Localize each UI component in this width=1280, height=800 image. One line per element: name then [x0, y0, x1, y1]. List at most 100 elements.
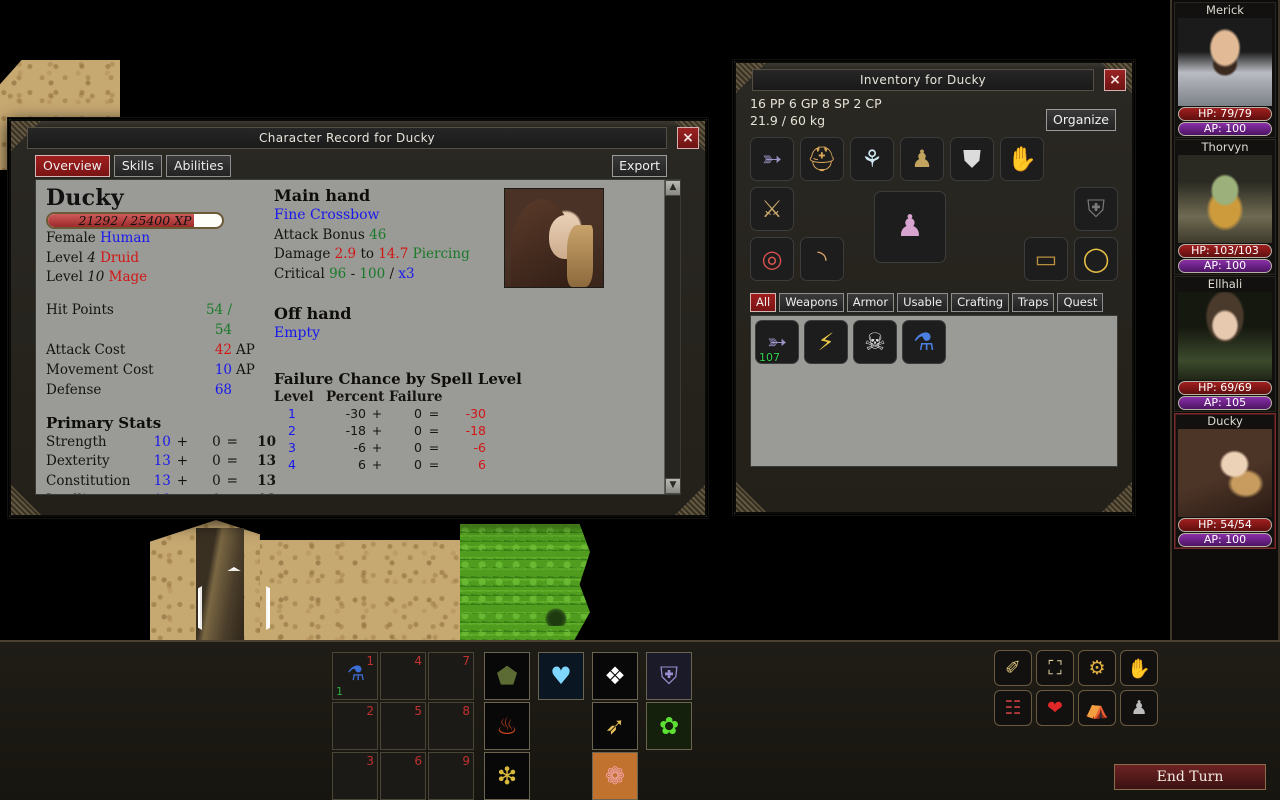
equip-slot-belt[interactable]: ▭ [1024, 237, 1068, 281]
equip-slot-shield[interactable]: ⛨ [1074, 187, 1118, 231]
failure-eq: = [428, 456, 440, 472]
character-record-window[interactable]: Character Record for Ducky × Overview Sk… [8, 118, 708, 518]
failure-col-percent: Percent Failure [326, 388, 443, 405]
scroll-up-icon[interactable]: ▲ [665, 180, 680, 196]
stat-label: Intelligence [46, 491, 144, 494]
character-paperdoll[interactable]: ♟ [874, 191, 946, 263]
paperdoll-sprite-icon: ♟ [896, 209, 924, 244]
system-icon-row: ☷ ❤ ⛺ ♟ [994, 690, 1158, 726]
quickslot-3[interactable]: 3 [332, 752, 378, 800]
class-name-1: Druid [100, 249, 140, 266]
bush-decoration [545, 608, 567, 626]
tab-abilities[interactable]: Abilities [165, 155, 232, 177]
spell-nature[interactable]: ✿ [646, 702, 692, 750]
equip-slot-armor[interactable]: ⛊ [950, 137, 994, 181]
equip-slot-helmet[interactable]: ⛑ [800, 137, 844, 181]
quickslot-6[interactable]: 6 [380, 752, 426, 800]
quickslot-1[interactable]: 1 ⚗ 1 [332, 652, 378, 700]
settings-gear-icon: ⚙ [1088, 657, 1106, 679]
gust-spell-icon: ➶ [604, 712, 626, 740]
tab-all[interactable]: All [750, 293, 777, 312]
scrollbar-track[interactable] [665, 196, 680, 478]
party-member-ducky[interactable]: Ducky HP: 54/54 AP: 100 [1174, 413, 1276, 549]
party-button[interactable]: ♟ [1120, 690, 1158, 726]
failure-bonus: 0 [414, 405, 422, 421]
attack-bonus-value: 46 [369, 226, 387, 243]
spell-empty [538, 752, 584, 800]
equip-slot-ring-gold[interactable]: ◯ [1074, 237, 1118, 281]
list-item[interactable]: ☠ [853, 320, 897, 364]
spell-thorn[interactable]: ❁ [592, 752, 638, 800]
avatar [504, 188, 604, 288]
hp-bar: HP: 103/103 [1178, 244, 1272, 258]
failure-level: 1 [288, 405, 296, 421]
equip-slot-arrow[interactable]: ➳ [750, 137, 794, 181]
journal-button[interactable]: ✐ [994, 650, 1032, 686]
spell-shield[interactable]: ⛨ [646, 652, 692, 700]
quickslot-5[interactable]: 5 [380, 702, 426, 750]
list-item[interactable]: ⚗ [902, 320, 946, 364]
terrain-grass [460, 524, 590, 640]
map-button[interactable]: ⛶ [1036, 650, 1074, 686]
paperdoll-container[interactable]: ♟ [874, 191, 946, 263]
off-hand-item: Empty [274, 325, 320, 341]
portrait-art [1178, 292, 1272, 380]
system-icon-cluster: ✐ ⛶ ⚙ ✋ ☷ ❤ ⛺ ♟ [994, 650, 1158, 726]
spell-lightning[interactable]: ❇ [484, 752, 530, 800]
tab-traps[interactable]: Traps [1012, 293, 1055, 312]
quickslot-key: 4 [414, 654, 422, 668]
spell-feather-fall[interactable]: ❖ [592, 652, 638, 700]
quickslot-7[interactable]: 7 [428, 652, 474, 700]
equip-slot-cloak[interactable]: ♟ [900, 137, 944, 181]
tab-crafting[interactable]: Crafting [951, 293, 1010, 312]
equip-slot-boots[interactable]: ◝ [800, 237, 844, 281]
list-item[interactable]: ➳ 107 [755, 320, 799, 364]
spell-gust[interactable]: ➶ [592, 702, 638, 750]
stat-label: Strength [46, 433, 107, 450]
tab-quest[interactable]: Quest [1057, 293, 1104, 312]
spell-stone[interactable]: ⬟ [484, 652, 530, 700]
export-button[interactable]: Export [612, 155, 667, 177]
xp-bar-label: 21292 / 25400 XP [78, 213, 192, 228]
tab-skills[interactable]: Skills [113, 155, 162, 177]
health-button[interactable]: ❤ [1036, 690, 1074, 726]
quickslot-2[interactable]: 2 [332, 702, 378, 750]
hand-button[interactable]: ✋ [1120, 650, 1158, 686]
end-turn-button[interactable]: End Turn [1114, 764, 1266, 790]
health-icon: ❤ [1047, 697, 1063, 719]
failure-base: -6 [353, 439, 366, 455]
tab-weapons[interactable]: Weapons [779, 293, 844, 312]
tab-usable[interactable]: Usable [897, 293, 949, 312]
equip-slot-crossbow[interactable]: ⚔ [750, 187, 794, 231]
organize-button[interactable]: Organize [1046, 109, 1116, 131]
tab-overview[interactable]: Overview [35, 155, 110, 177]
scrollbar[interactable]: ▲ ▼ [664, 180, 680, 494]
settings-button[interactable]: ⚙ [1078, 650, 1116, 686]
crit-mult: x3 [398, 265, 415, 282]
spellbook-button[interactable]: ☷ [994, 690, 1032, 726]
equip-slot-gloves[interactable]: ✋ [1000, 137, 1044, 181]
list-item[interactable]: ⚡ [804, 320, 848, 364]
spell-heal[interactable]: ♥ [538, 652, 584, 700]
quickslot-4[interactable]: 4 [380, 652, 426, 700]
close-icon[interactable]: × [677, 127, 699, 149]
equip-slot-amulet[interactable]: ⚘ [850, 137, 894, 181]
party-member-merick[interactable]: Merick HP: 79/79 AP: 100 [1174, 2, 1276, 138]
rest-button[interactable]: ⛺ [1078, 690, 1116, 726]
inventory-window[interactable]: Inventory for Ducky × 16 PP 6 GP 8 SP 2 … [733, 60, 1135, 515]
close-icon[interactable]: × [1104, 69, 1126, 91]
damage-to: to [360, 246, 374, 262]
party-member-thorvyn[interactable]: Thorvyn HP: 103/103 AP: 100 [1174, 139, 1276, 275]
party-member-ellhali[interactable]: Ellhali HP: 69/69 AP: 105 [1174, 276, 1276, 412]
vital-label: Defense [46, 381, 102, 398]
spell-fire[interactable]: ♨ [484, 702, 530, 750]
equip-slot-ring-red[interactable]: ◎ [750, 237, 794, 281]
character-tab-row: Overview Skills Abilities [35, 155, 232, 177]
quickslot-8[interactable]: 8 [428, 702, 474, 750]
tab-armor[interactable]: Armor [846, 293, 895, 312]
failure-base: 6 [358, 456, 366, 472]
inventory-item-grid[interactable]: ➳ 107 ⚡ ☠ ⚗ [750, 315, 1118, 467]
scroll-down-icon[interactable]: ▼ [665, 478, 680, 494]
quickslot-9[interactable]: 9 [428, 752, 474, 800]
spell-grid: ⬟ ♥ ❖ ⛨ ♨ ➶ ✿ ❇ ❁ [484, 652, 692, 800]
